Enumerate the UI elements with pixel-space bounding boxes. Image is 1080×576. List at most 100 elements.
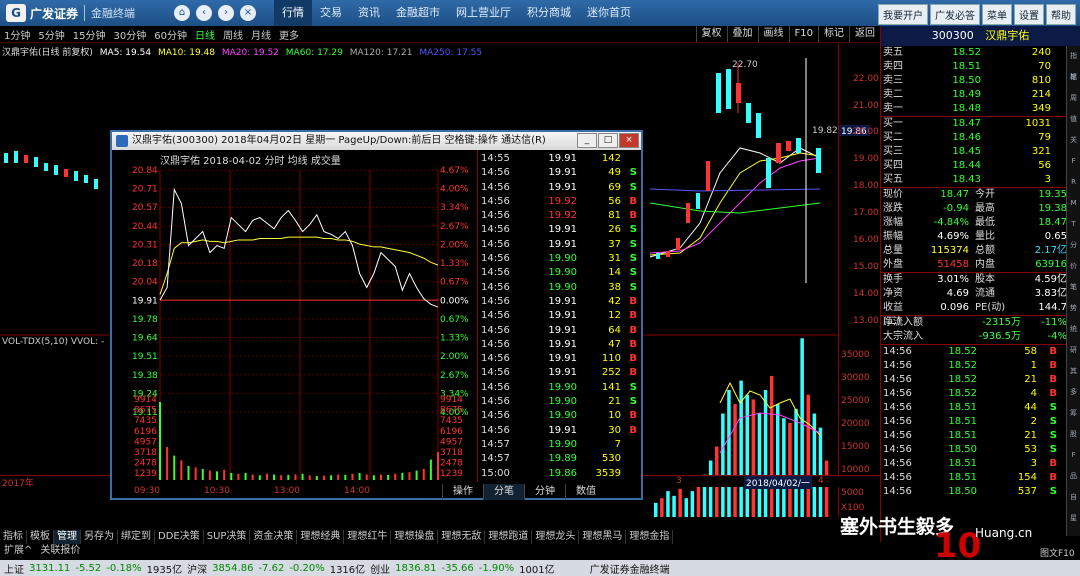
period-1min[interactable]: 1分钟 bbox=[0, 27, 34, 42]
tick-row: 14:56 19.91 30 B bbox=[479, 424, 641, 438]
percent-tick: 4.67% bbox=[440, 166, 469, 176]
period-daily[interactable]: 日线 bbox=[191, 27, 219, 42]
nav-item-points-mall[interactable]: 积分商城 bbox=[519, 0, 579, 26]
stat-row: 现价 18.47 今开 19.35 bbox=[881, 188, 1080, 202]
indicator-tab[interactable]: 绑定到 bbox=[118, 530, 155, 544]
back-button[interactable]: 返回 bbox=[849, 26, 880, 42]
nav-item-market[interactable]: 金融超市 bbox=[388, 0, 448, 26]
side-tool-button[interactable]: 统 bbox=[1067, 319, 1080, 340]
overlay-button[interactable]: 叠加 bbox=[726, 26, 758, 42]
side-tool-button[interactable]: T bbox=[1067, 214, 1080, 235]
expand-button[interactable]: 扩展^ bbox=[0, 544, 36, 558]
side-tool-button[interactable]: 价 bbox=[1067, 256, 1080, 277]
side-tool-button[interactable]: 周 bbox=[1067, 88, 1080, 109]
minimize-button[interactable]: _ bbox=[577, 133, 597, 148]
tick-volume: 252 bbox=[601, 367, 621, 379]
nav-item-quotes[interactable]: 行情 bbox=[274, 0, 312, 26]
tick-list[interactable]: 14:55 19.91 142 14:56 19.91 49 S 14:56 19.91 69 S 1… bbox=[479, 152, 641, 481]
home-icon[interactable]: ⌂ bbox=[174, 5, 190, 21]
nav-item-trade[interactable]: 交易 bbox=[312, 0, 350, 26]
panel-tick-row: 14:56 18.51 21 S bbox=[881, 429, 1080, 443]
side-tool-button[interactable]: 筹 bbox=[1067, 403, 1080, 424]
intraday-chart[interactable]: 20.84 20.71 20.57 20.44 20.31 20.18 20.04 19.91… bbox=[112, 150, 478, 482]
indicator-tab[interactable]: 理想操盘 bbox=[391, 530, 439, 544]
period-15min[interactable]: 15分钟 bbox=[69, 27, 110, 42]
faq-button[interactable]: 广发必答 bbox=[930, 4, 980, 25]
f10-button[interactable]: F10 bbox=[788, 26, 818, 42]
side-tool-button[interactable]: M bbox=[1067, 193, 1080, 214]
nav-item-online-hall[interactable]: 网上营业厅 bbox=[448, 0, 519, 26]
tick-volume: 1 bbox=[1030, 360, 1037, 371]
indicator-tab[interactable]: DDE决策 bbox=[155, 530, 204, 544]
side-tool-button[interactable]: 品 bbox=[1067, 466, 1080, 487]
stat-value: 0.65 bbox=[1044, 231, 1067, 242]
tick-price: 19.91 bbox=[548, 367, 577, 379]
indicator-tab[interactable]: 理想无敌 bbox=[438, 530, 486, 544]
side-tool-button[interactable]: 股 bbox=[1067, 424, 1080, 445]
menu-button[interactable]: 菜单 bbox=[982, 4, 1012, 25]
side-tool-button[interactable]: R bbox=[1067, 172, 1080, 193]
indicator-tab[interactable]: 理想跑道 bbox=[485, 530, 533, 544]
related-quotes-button[interactable]: 关联报价 bbox=[36, 544, 84, 558]
help-button[interactable]: 帮助 bbox=[1046, 4, 1076, 25]
book-label: 买五 bbox=[883, 174, 903, 185]
side-tool-button[interactable]: 星 bbox=[1067, 508, 1080, 529]
tab-minutes[interactable]: 分钟 bbox=[524, 484, 565, 500]
side-tool-button[interactable]: 多 bbox=[1067, 382, 1080, 403]
period-5min[interactable]: 5分钟 bbox=[34, 27, 68, 42]
indicator-tab[interactable]: 指标 bbox=[0, 530, 27, 544]
adjust-button[interactable]: 复权 bbox=[695, 26, 727, 42]
popup-titlebar[interactable]: 汉鼎宇佑(300300) 2018年04月02日 星期一 PageUp/Down… bbox=[112, 132, 641, 150]
volume-bar bbox=[173, 455, 176, 480]
side-tool-button[interactable]: 其 bbox=[1067, 361, 1080, 382]
volume-axis-label: 30000 bbox=[841, 373, 870, 383]
forward-icon[interactable]: › bbox=[218, 5, 234, 21]
side-tool-button[interactable]: 势 bbox=[1067, 298, 1080, 319]
close-icon[interactable]: × bbox=[240, 5, 256, 21]
draw-line-button[interactable]: 画线 bbox=[757, 26, 789, 42]
indicator-tab[interactable]: SUP决策 bbox=[204, 530, 251, 544]
volume-bar bbox=[429, 459, 432, 480]
side-tool-button[interactable]: 笔 bbox=[1067, 277, 1080, 298]
maximize-button[interactable]: □ bbox=[598, 133, 618, 148]
side-tool-button[interactable]: 研 bbox=[1067, 340, 1080, 361]
panel-ticks[interactable]: 14:56 18.52 58 B 14:56 18.52 1 B 14:56 18.52 21 B 14… bbox=[881, 345, 1080, 499]
side-tool-button[interactable]: F bbox=[1067, 445, 1080, 466]
indicator-tab[interactable]: 理想金指 bbox=[626, 530, 674, 544]
back-icon[interactable]: ‹ bbox=[196, 5, 212, 21]
period-monthly[interactable]: 月线 bbox=[247, 27, 275, 42]
side-tool-button[interactable]: 关 bbox=[1067, 130, 1080, 151]
indicator-tab[interactable]: 另存为 bbox=[81, 530, 118, 544]
indicator-tab[interactable]: 理想龙头 bbox=[532, 530, 580, 544]
side-tool-button[interactable]: F bbox=[1067, 151, 1080, 172]
indicator-tab[interactable]: 管理 bbox=[54, 530, 81, 544]
f10-text-button[interactable]: 图文F10 bbox=[1040, 546, 1075, 559]
tab-ticks[interactable]: 分笔 bbox=[483, 484, 524, 500]
side-tool-button[interactable]: 分 bbox=[1067, 235, 1080, 256]
settings-button[interactable]: 设置 bbox=[1014, 4, 1044, 25]
nav-item-news[interactable]: 资讯 bbox=[350, 0, 388, 26]
side-tool-button[interactable]: 值 bbox=[1067, 109, 1080, 130]
cy-percent: -1.90% bbox=[478, 562, 515, 574]
tab-values[interactable]: 数值 bbox=[565, 484, 606, 500]
indicator-tab[interactable]: 模板 bbox=[27, 530, 54, 544]
nav-item-mini-home[interactable]: 迷你首页 bbox=[579, 0, 639, 26]
open-account-button[interactable]: 我要开户 bbox=[878, 4, 928, 25]
mark-button[interactable]: 标记 bbox=[818, 26, 849, 42]
tick-row: 14:56 19.90 10 B bbox=[479, 409, 641, 423]
close-button[interactable]: × bbox=[619, 133, 639, 148]
stat-value: 19.35 bbox=[1038, 189, 1067, 200]
period-30min[interactable]: 30分钟 bbox=[109, 27, 150, 42]
period-60min[interactable]: 60分钟 bbox=[150, 27, 191, 42]
indicator-tab[interactable]: 理想黑马 bbox=[579, 530, 627, 544]
indicator-tab[interactable]: 理想红牛 bbox=[344, 530, 392, 544]
period-more[interactable]: 更多 bbox=[275, 27, 303, 42]
indicator-tab[interactable]: 资金决策 bbox=[250, 530, 298, 544]
side-tool-button[interactable]: 自 bbox=[1067, 487, 1080, 508]
side-tool-button[interactable]: 指标 bbox=[1067, 46, 1080, 81]
side-tool-button[interactable]: 笔 bbox=[1067, 67, 1080, 88]
tab-operate[interactable]: 操作 bbox=[442, 484, 483, 500]
period-weekly[interactable]: 周线 bbox=[219, 27, 247, 42]
indicator-tab[interactable]: 理想经典 bbox=[297, 530, 345, 544]
intraday-popup[interactable]: 汉鼎宇佑(300300) 2018年04月02日 星期一 PageUp/Down… bbox=[110, 130, 643, 500]
